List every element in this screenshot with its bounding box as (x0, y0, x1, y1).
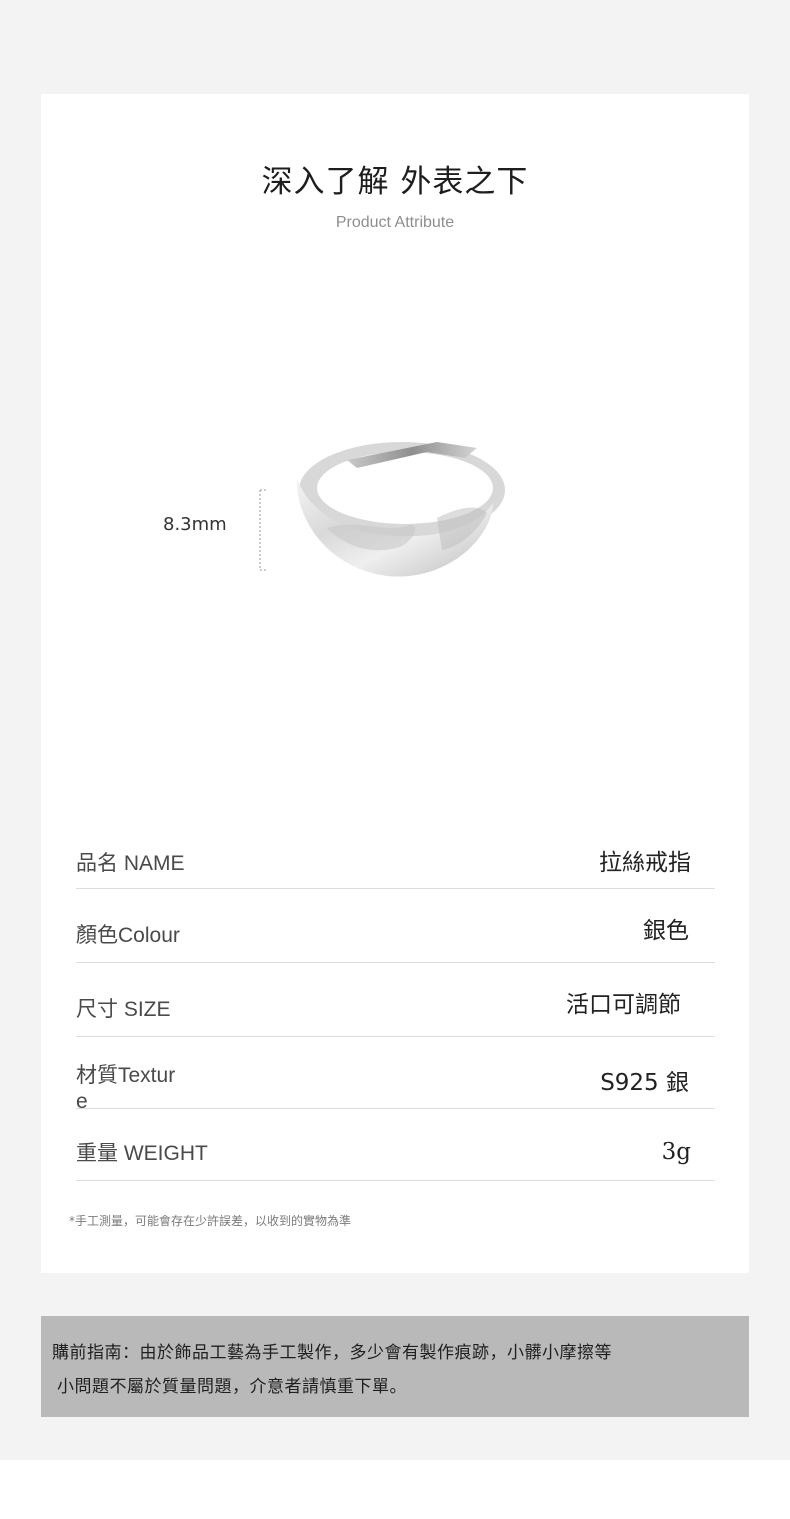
spec-value: 3g (661, 1139, 691, 1165)
spec-label: 材質Textur e (76, 1064, 176, 1113)
section-title: 深入了解 外表之下 (261, 164, 529, 200)
product-image-area: 8.3mm (41, 394, 749, 624)
attribute-card: 深入了解 外表之下 Product Attribute 8.3mm 品名 NAM… (41, 94, 749, 1273)
product-detail-page: 深入了解 外表之下 Product Attribute 8.3mm 品名 NAM… (0, 0, 790, 1519)
spec-label: 重量 WEIGHT (76, 1142, 208, 1165)
guide-line-2: 小問題不屬於質量問題，介意者請慎重下單。 (57, 1377, 407, 1397)
spec-row-name: 品名 NAME 拉絲戒指 (76, 829, 715, 889)
dimension-bracket-icon (259, 489, 267, 571)
dimension-label: 8.3mm (163, 514, 227, 535)
spec-label: 尺寸 SIZE (76, 998, 171, 1021)
bottom-strip (0, 1460, 790, 1519)
spec-row-weight: 重量 WEIGHT 3g (76, 1109, 715, 1181)
purchase-guide-banner: 購前指南：由於飾品工藝為手工製作，多少會有製作痕跡，小髒小摩擦等 小問題不屬於質… (41, 1316, 749, 1417)
spec-value: 拉絲戒指 (599, 850, 691, 876)
spec-value: S925 銀 (600, 1070, 689, 1096)
spec-value: 活口可調節 (566, 992, 681, 1018)
spec-label: 品名 NAME (76, 852, 185, 875)
spec-row-texture: 材質Textur e S925 銀 (76, 1037, 715, 1113)
ring-product-image (296, 442, 505, 577)
spec-row-size: 尺寸 SIZE 活口可調節 (76, 963, 715, 1037)
spec-label: 顏色Colour (76, 924, 180, 947)
spec-row-colour: 顏色Colour 銀色 (76, 889, 715, 963)
measurement-note: *手工測量，可能會存在少許誤差，以收到的實物為準 (69, 1214, 352, 1228)
spec-value: 銀色 (643, 918, 689, 944)
section-subtitle: Product Attribute (335, 214, 455, 231)
spec-table: 品名 NAME 拉絲戒指 顏色Colour 銀色 尺寸 SIZE 活口可調節 材… (76, 829, 715, 1181)
guide-line-1: 購前指南：由於飾品工藝為手工製作，多少會有製作痕跡，小髒小摩擦等 (52, 1343, 612, 1363)
